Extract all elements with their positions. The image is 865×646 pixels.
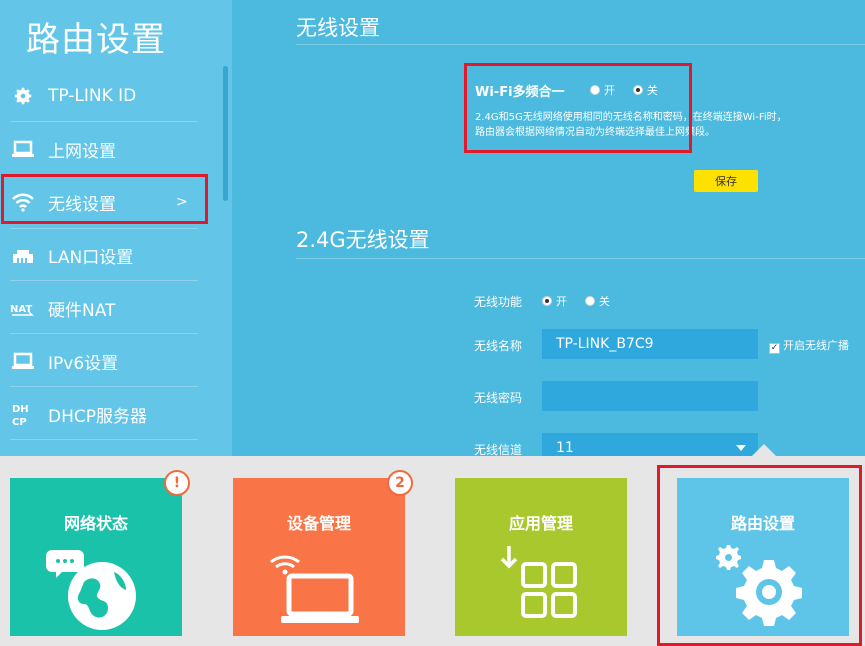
svg-text:NAT: NAT xyxy=(10,304,32,315)
password-input[interactable] xyxy=(542,381,758,411)
lan-icon xyxy=(10,242,36,268)
sidebar-item-ipv6[interactable]: IPv6设置 xyxy=(0,335,232,387)
ssid-input[interactable]: TP-LINK_B7C9 xyxy=(542,329,758,359)
tile-app-management[interactable]: 应用管理 xyxy=(455,478,627,636)
sidebar-item-internet[interactable]: 上网设置 xyxy=(0,123,232,175)
dhcp-icon: DH CP xyxy=(10,401,36,427)
gear-icon xyxy=(10,83,36,109)
svg-text:DH: DH xyxy=(12,404,29,415)
divider xyxy=(296,44,865,45)
divider xyxy=(10,333,198,334)
sidebar-title: 路由设置 xyxy=(26,20,166,60)
divider xyxy=(10,439,198,440)
save-button[interactable]: 保存 xyxy=(694,170,758,192)
tile-label: 设备管理 xyxy=(286,514,351,533)
alert-badge: ! xyxy=(164,470,190,496)
broadcast-checkbox[interactable]: ✓ xyxy=(769,343,780,354)
section-title-24g: 2.4G无线设置 xyxy=(296,228,430,252)
tile-network-status[interactable]: 网络状态 ! xyxy=(10,470,190,638)
wireless-func-label: 无线功能 xyxy=(474,295,523,309)
highlight-box xyxy=(464,63,692,153)
sidebar-item-label: DHCP服务器 xyxy=(48,406,147,427)
tile-device-management[interactable]: 设备管理 2 xyxy=(233,470,413,636)
wireless-on-radio[interactable] xyxy=(542,296,552,306)
sidebar-item-label: LAN口设置 xyxy=(48,247,134,268)
sidebar-item-dhcp[interactable]: DH CP DHCP服务器 xyxy=(0,388,232,440)
divider xyxy=(10,280,198,281)
globe-chat-icon xyxy=(44,544,144,638)
sidebar-item-lan[interactable]: LAN口设置 xyxy=(0,229,232,281)
laptop-wifi-icon xyxy=(267,548,367,632)
sidebar: 路由设置 TP-LINK ID 上网设置 无线设置 > LAN口设置 NAT 硬… xyxy=(0,0,232,456)
highlight-box xyxy=(1,174,208,224)
divider xyxy=(296,258,865,259)
tile-pointer xyxy=(752,444,776,456)
laptop-icon xyxy=(10,348,36,374)
section-title-wireless: 无线设置 xyxy=(296,16,380,40)
password-label: 无线密码 xyxy=(474,391,523,405)
laptop-icon xyxy=(10,136,36,162)
tile-label: 网络状态 xyxy=(63,514,128,533)
count-badge: 2 xyxy=(387,470,413,496)
sidebar-item-label: 上网设置 xyxy=(48,141,116,162)
broadcast-checkbox-group: ✓ 开启无线广播 xyxy=(769,339,849,354)
sidebar-item-label: IPv6设置 xyxy=(48,353,119,374)
tile-label: 应用管理 xyxy=(508,514,573,533)
highlight-box xyxy=(657,465,862,646)
svg-text:CP: CP xyxy=(12,417,27,427)
caret-down-icon xyxy=(736,445,746,451)
divider xyxy=(10,121,198,122)
sidebar-item-nat[interactable]: NAT 硬件NAT xyxy=(0,282,232,334)
sidebar-item-label: 硬件NAT xyxy=(48,300,116,321)
ssid-label: 无线名称 xyxy=(474,339,523,353)
sidebar-item-tplink-id[interactable]: TP-LINK ID xyxy=(0,70,232,122)
wireless-func-radio-group: 开 关 xyxy=(542,293,624,309)
apps-grid-icon xyxy=(497,542,587,636)
divider xyxy=(10,386,198,387)
nat-icon: NAT xyxy=(10,295,36,321)
sidebar-item-label: TP-LINK ID xyxy=(48,86,137,106)
wireless-off-radio[interactable] xyxy=(584,296,595,306)
